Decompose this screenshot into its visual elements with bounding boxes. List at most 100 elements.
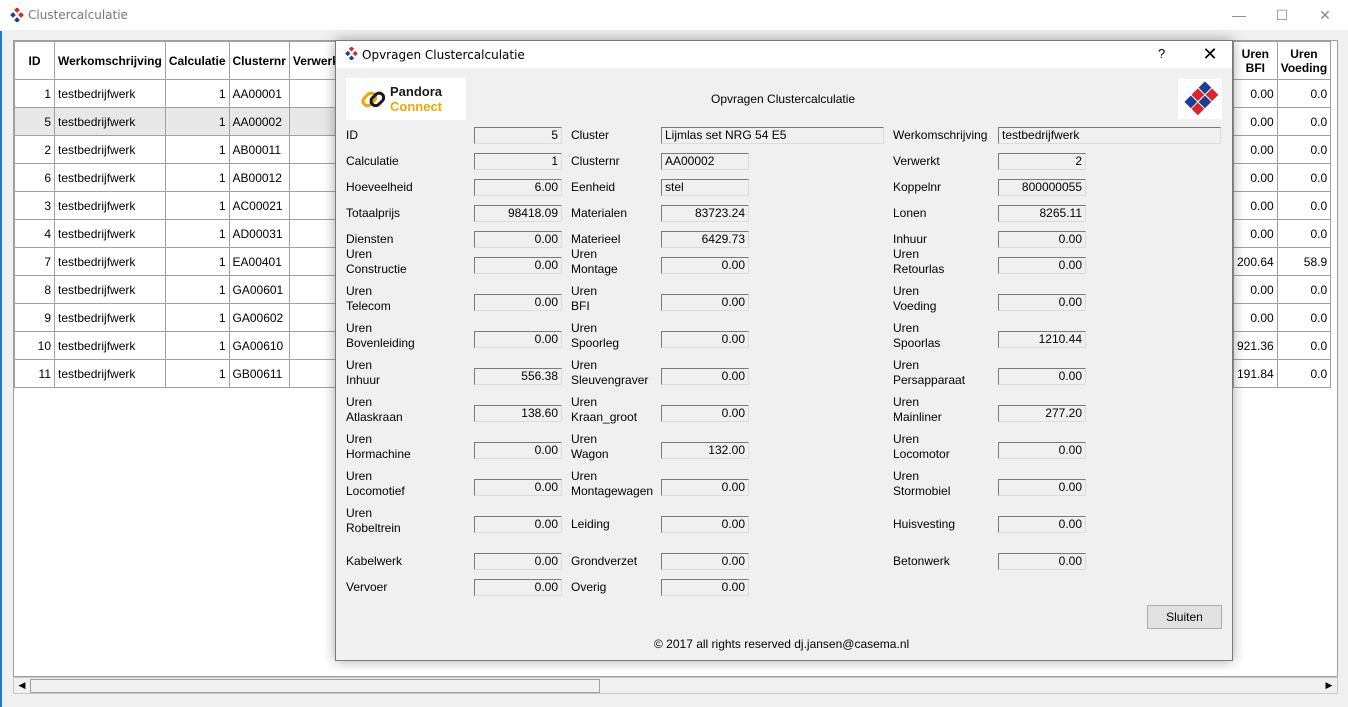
field-value[interactable]: stel — [661, 179, 749, 196]
scroll-right-icon[interactable]: ▶ — [1321, 678, 1337, 693]
close-icon[interactable]: ✕ — [1302, 0, 1348, 31]
field-value[interactable]: 0.00 — [998, 294, 1086, 311]
table-cell[interactable]: 0.00 — [1233, 135, 1278, 164]
table-cell[interactable]: 0.0 — [1276, 135, 1332, 164]
field-value[interactable]: 556.38 — [474, 368, 562, 385]
table-cell[interactable]: 1 — [164, 191, 230, 220]
table-cell[interactable]: EA00401 — [228, 247, 290, 276]
field-value[interactable]: 0.00 — [998, 553, 1086, 570]
table-cell[interactable]: 6 — [14, 163, 55, 192]
scroll-left-icon[interactable]: ◀ — [14, 678, 30, 693]
table-row[interactable]: 921.36 0.0 — [1233, 331, 1332, 360]
scrollbar-thumb[interactable] — [30, 679, 600, 693]
grid-header[interactable]: Clusternr — [228, 41, 290, 80]
field-value[interactable]: 0.00 — [998, 516, 1086, 533]
field-value[interactable]: 138.60 — [474, 405, 562, 422]
sluiten-button[interactable]: Sluiten — [1147, 605, 1222, 629]
table-cell[interactable]: 8 — [14, 275, 55, 304]
table-cell[interactable]: 0.0 — [1276, 107, 1332, 136]
table-cell[interactable]: 921.36 — [1233, 331, 1278, 360]
table-cell[interactable]: testbedrijfwerk — [54, 135, 166, 164]
table-cell[interactable]: 1 — [164, 247, 230, 276]
field-value[interactable]: AA00002 — [661, 153, 749, 170]
field-value[interactable]: 0.00 — [661, 405, 749, 422]
table-cell[interactable]: 200.64 — [1233, 247, 1278, 276]
table-row[interactable]: 2testbedrijfwerk1AB000112 — [14, 135, 363, 164]
table-cell[interactable]: 0.0 — [1276, 275, 1332, 304]
table-cell[interactable]: 1 — [164, 163, 230, 192]
table-cell[interactable]: testbedrijfwerk — [54, 331, 166, 360]
table-cell[interactable]: 3 — [14, 191, 55, 220]
field-value[interactable]: 0.00 — [998, 257, 1086, 274]
field-value[interactable]: 0.00 — [474, 257, 562, 274]
table-row[interactable]: 0.00 0.0 — [1233, 163, 1332, 192]
table-cell[interactable]: AC00021 — [228, 191, 290, 220]
field-value[interactable]: 0.00 — [474, 442, 562, 459]
field-value[interactable]: 0.00 — [661, 331, 749, 348]
field-value[interactable]: 0.00 — [474, 516, 562, 533]
table-row[interactable]: 191.84 0.0 — [1233, 359, 1332, 388]
field-value[interactable]: 0.00 — [474, 231, 562, 248]
minimize-icon[interactable]: — — [1216, 0, 1262, 31]
table-cell[interactable]: 0.0 — [1276, 303, 1332, 332]
field-value[interactable]: 0.00 — [474, 479, 562, 496]
table-cell[interactable]: 5 — [14, 107, 55, 136]
table-cell[interactable]: 1 — [164, 275, 230, 304]
table-cell[interactable]: 1 — [164, 303, 230, 332]
field-value[interactable]: 0.00 — [661, 257, 749, 274]
table-row[interactable]: 10testbedrijfwerk1GA006102 — [14, 331, 363, 360]
table-cell[interactable]: 2 — [14, 135, 55, 164]
field-value[interactable]: 277.20 — [998, 405, 1086, 422]
table-cell[interactable]: AD00031 — [228, 219, 290, 248]
field-value[interactable]: 2 — [998, 153, 1086, 170]
table-row[interactable]: 0.00 0.0 — [1233, 191, 1332, 220]
table-cell[interactable]: 0.00 — [1233, 163, 1278, 192]
horizontal-scrollbar[interactable]: ◀ ▶ — [13, 677, 1338, 694]
close-icon[interactable]: ✕ — [1198, 42, 1222, 66]
grid-header[interactable]: Uren Voeding — [1276, 41, 1332, 80]
field-value[interactable]: 0.00 — [661, 479, 749, 496]
table-cell[interactable]: 191.84 — [1233, 359, 1278, 388]
table-cell[interactable]: AB00011 — [228, 135, 290, 164]
table-cell[interactable]: 7 — [14, 247, 55, 276]
field-value[interactable]: 0.00 — [998, 479, 1086, 496]
table-row[interactable]: 0.00 0.0 — [1233, 275, 1332, 304]
field-value[interactable]: 5 — [474, 127, 562, 144]
field-value[interactable]: 8265.11 — [998, 205, 1086, 222]
field-value[interactable]: Lijmlas set NRG 54 E5 — [661, 127, 884, 144]
table-cell[interactable]: AB00012 — [228, 163, 290, 192]
table-cell[interactable]: testbedrijfwerk — [54, 79, 166, 108]
table-row[interactable]: 1testbedrijfwerk1AA000012 — [14, 79, 363, 108]
field-value[interactable]: 6429.73 — [661, 231, 749, 248]
table-cell[interactable]: 0.0 — [1276, 79, 1332, 108]
table-cell[interactable]: 0.0 — [1276, 219, 1332, 248]
table-row[interactable]: 7testbedrijfwerk1EA004012 — [14, 247, 363, 276]
table-cell[interactable]: 1 — [164, 79, 230, 108]
table-row[interactable]: 6testbedrijfwerk1AB000122 — [14, 163, 363, 192]
table-cell[interactable]: testbedrijfwerk — [54, 163, 166, 192]
field-value[interactable]: 0.00 — [998, 368, 1086, 385]
field-value[interactable]: 0.00 — [474, 331, 562, 348]
grid-header[interactable]: Uren BFI — [1233, 41, 1278, 80]
help-icon[interactable]: ? — [1158, 46, 1165, 61]
table-cell[interactable]: 10 — [14, 331, 55, 360]
field-value[interactable]: 800000055 — [998, 179, 1086, 196]
field-value[interactable]: 0.00 — [661, 553, 749, 570]
field-value[interactable]: 132.00 — [661, 442, 749, 459]
field-value[interactable]: 0.00 — [998, 442, 1086, 459]
table-cell[interactable]: GB00611 — [228, 359, 290, 388]
table-row[interactable]: 0.00 0.0 — [1233, 107, 1332, 136]
field-value[interactable]: 0.00 — [474, 294, 562, 311]
table-row[interactable]: 0.00 0.0 — [1233, 135, 1332, 164]
table-cell[interactable]: 0.00 — [1233, 107, 1278, 136]
table-cell[interactable]: 0.00 — [1233, 275, 1278, 304]
table-row[interactable]: 0.00 0.0 — [1233, 79, 1332, 108]
table-cell[interactable]: 0.00 — [1233, 219, 1278, 248]
table-cell[interactable]: 1 — [14, 79, 55, 108]
table-cell[interactable]: 0.0 — [1276, 191, 1332, 220]
table-cell[interactable]: 11 — [14, 359, 55, 388]
table-cell[interactable]: testbedrijfwerk — [54, 275, 166, 304]
maximize-icon[interactable]: ☐ — [1259, 0, 1305, 31]
table-row[interactable]: 5testbedrijfwerk1AA000022 — [14, 107, 363, 136]
table-cell[interactable]: 1 — [164, 219, 230, 248]
